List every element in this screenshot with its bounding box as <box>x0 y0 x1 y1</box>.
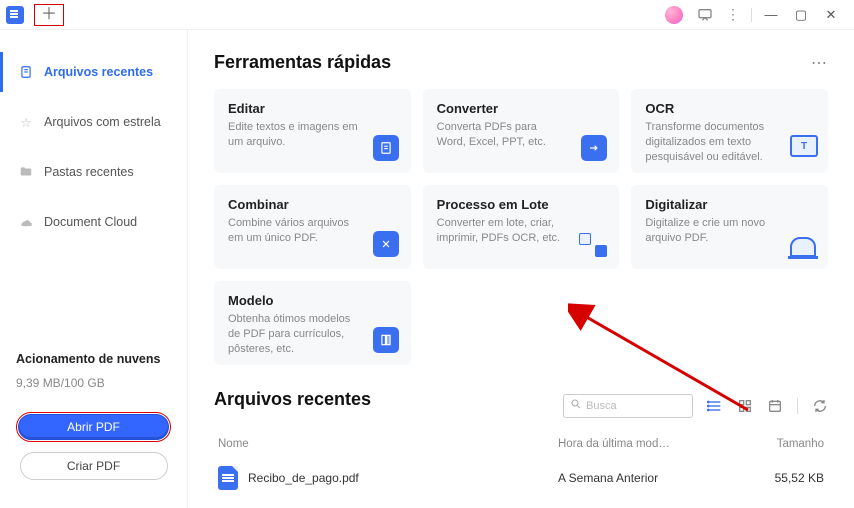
tool-title: Editar <box>228 101 397 116</box>
tool-title: Modelo <box>228 293 397 308</box>
sidebar-item-label: Arquivos recentes <box>44 65 153 79</box>
document-icon <box>18 64 34 80</box>
tool-title: Converter <box>437 101 606 116</box>
batch-icon <box>579 233 607 257</box>
tool-desc: Converter em lote, criar, imprimir, PDFs… <box>437 216 567 246</box>
sidebar-item-recent-files[interactable]: Arquivos recentes <box>0 52 187 92</box>
window-minimize[interactable]: — <box>756 7 786 22</box>
sidebar-item-label: Document Cloud <box>44 215 137 229</box>
star-icon: ☆ <box>18 114 34 130</box>
tool-desc: Edite textos e imagens em um arquivo. <box>228 120 358 150</box>
sidebar-item-label: Arquivos com estrela <box>44 115 161 129</box>
edit-icon <box>373 135 399 161</box>
col-name: Nome <box>214 438 558 450</box>
table-header: Nome Hora da última mod… Tamanho <box>214 432 828 458</box>
tool-title: Digitalizar <box>645 197 814 212</box>
annotation-open-pdf-highlight: Abrir PDF <box>16 412 171 442</box>
feedback-icon[interactable] <box>691 1 719 29</box>
combine-icon <box>373 231 399 257</box>
scan-icon <box>790 237 816 257</box>
sidebar-item-document-cloud[interactable]: Document Cloud <box>0 202 187 242</box>
tool-title: OCR <box>645 101 814 116</box>
tool-desc: Obtenha ótimos modelos de PDF para currí… <box>228 312 358 357</box>
tools-grid: Editar Edite textos e imagens em um arqu… <box>214 89 828 365</box>
quick-tools-title: Ferramentas rápidas <box>214 52 391 73</box>
template-icon <box>373 327 399 353</box>
cloud-icon <box>18 214 34 230</box>
file-modified: A Semana Anterior <box>558 471 758 485</box>
annotation-new-tab-highlight: ＋ <box>34 4 64 26</box>
col-modified: Hora da última mod… <box>558 438 758 450</box>
separator <box>751 8 752 22</box>
sidebar-item-label: Pastas recentes <box>44 165 134 179</box>
ocr-icon: T <box>790 135 818 157</box>
separator <box>797 398 798 414</box>
search-icon <box>570 398 582 413</box>
tool-ocr[interactable]: OCR Transforme documentos digitalizados … <box>631 89 828 173</box>
app-logo <box>6 6 24 24</box>
cloud-section-title: Acionamento de nuvens <box>16 352 171 366</box>
list-view-icon[interactable] <box>707 398 723 414</box>
new-tab-button[interactable]: ＋ <box>41 7 57 23</box>
sidebar-item-recent-folders[interactable]: Pastas recentes <box>0 152 187 192</box>
tools-more-icon[interactable]: ⋯ <box>811 53 828 73</box>
tool-convert[interactable]: Converter Converta PDFs para Word, Excel… <box>423 89 620 173</box>
folder-icon <box>18 164 34 180</box>
search-box[interactable] <box>563 394 693 418</box>
open-pdf-button[interactable]: Abrir PDF <box>18 414 169 440</box>
convert-icon <box>581 135 607 161</box>
window-maximize[interactable]: ▢ <box>786 7 816 23</box>
search-input[interactable] <box>586 400 676 412</box>
tool-desc: Transforme documentos digitalizados em t… <box>645 120 775 165</box>
sidebar: Arquivos recentes ☆ Arquivos com estrela… <box>0 30 188 508</box>
table-row[interactable]: Recibo_de_pago.pdf A Semana Anterior 55,… <box>214 458 828 498</box>
sidebar-bottom: Acionamento de nuvens 9,39 MB/100 GB Abr… <box>0 342 187 508</box>
grid-view-icon[interactable] <box>737 398 753 414</box>
tool-title: Processo em Lote <box>437 197 606 212</box>
tool-batch[interactable]: Processo em Lote Converter em lote, cria… <box>423 185 620 269</box>
calendar-icon[interactable] <box>767 398 783 414</box>
tool-combine[interactable]: Combinar Combine vários arquivos em um ú… <box>214 185 411 269</box>
window-close[interactable]: ✕ <box>816 7 846 23</box>
file-size: 55,52 KB <box>758 471 828 485</box>
recent-files-title: Arquivos recentes <box>214 389 371 410</box>
avatar[interactable] <box>665 6 683 24</box>
tool-desc: Converta PDFs para Word, Excel, PPT, etc… <box>437 120 567 150</box>
tool-title: Combinar <box>228 197 397 212</box>
cloud-usage-text: 9,39 MB/100 GB <box>16 376 171 390</box>
refresh-icon[interactable] <box>812 398 828 414</box>
kebab-menu-icon[interactable]: ⋮ <box>719 1 747 29</box>
tool-edit[interactable]: Editar Edite textos e imagens em um arqu… <box>214 89 411 173</box>
titlebar: ＋ ⋮ — ▢ ✕ <box>0 0 854 30</box>
tool-template[interactable]: Modelo Obtenha ótimos modelos de PDF par… <box>214 281 411 365</box>
file-name: Recibo_de_pago.pdf <box>248 471 359 485</box>
tool-desc: Digitalize e crie um novo arquivo PDF. <box>645 216 775 246</box>
col-size: Tamanho <box>758 438 828 450</box>
tool-desc: Combine vários arquivos em um único PDF. <box>228 216 358 246</box>
pdf-file-icon <box>218 466 238 490</box>
create-pdf-button[interactable]: Criar PDF <box>20 452 168 480</box>
main-content: Ferramentas rápidas ⋯ Editar Edite texto… <box>188 30 854 508</box>
sidebar-item-starred[interactable]: ☆ Arquivos com estrela <box>0 102 187 142</box>
tool-scan[interactable]: Digitalizar Digitalize e crie um novo ar… <box>631 185 828 269</box>
